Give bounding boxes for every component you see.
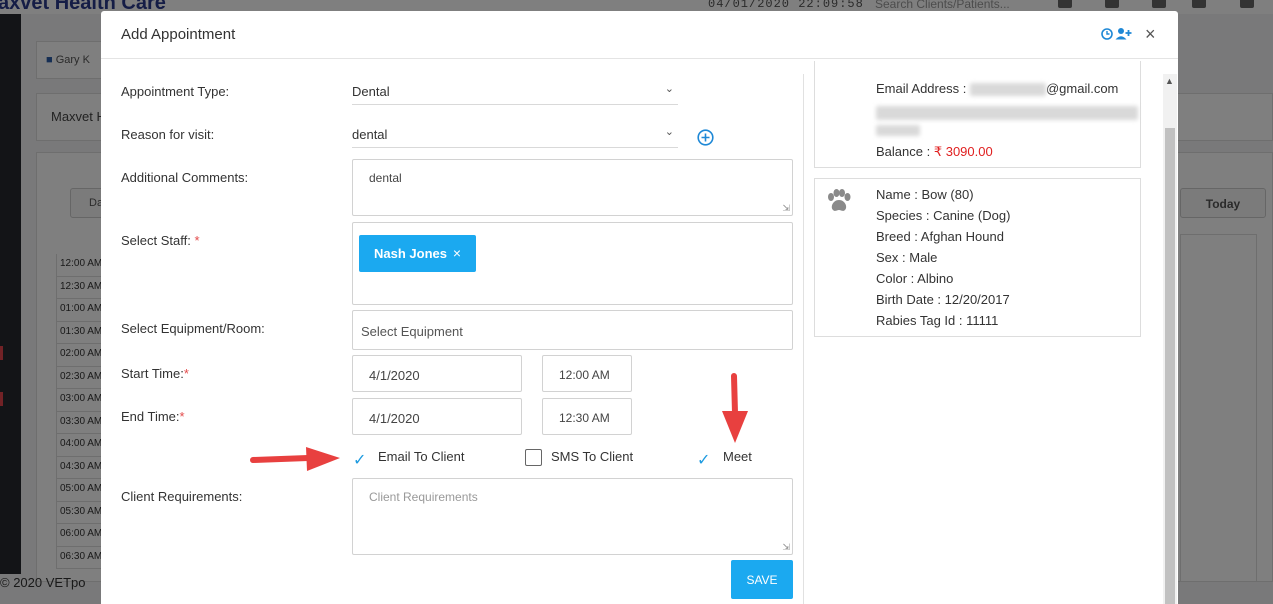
- comments-value: dental: [369, 171, 402, 185]
- column-divider: [803, 74, 804, 604]
- modal-header: Add Appointment ×: [101, 11, 1178, 59]
- patient-rabies-tag: Rabies Tag Id : 11111: [876, 313, 999, 328]
- staff-label: Select Staff: *: [121, 233, 200, 248]
- client-address-redacted-2: [876, 122, 920, 137]
- add-reason-icon[interactable]: [697, 129, 714, 146]
- meet-checkbox[interactable]: ✓: [697, 450, 710, 470]
- patient-species: Species : Canine (Dog): [876, 208, 1011, 223]
- chevron-down-icon: ⌄: [664, 83, 674, 95]
- end-time-label: End Time:*: [121, 409, 185, 424]
- appointment-type-value: Dental: [352, 84, 390, 99]
- chevron-down-icon: ⌄: [664, 126, 674, 138]
- requirements-textarea[interactable]: Client Requirements ⇲: [352, 478, 793, 555]
- appointment-type-label: Appointment Type:: [121, 84, 230, 99]
- comments-label: Additional Comments:: [121, 170, 249, 185]
- add-user-icon[interactable]: [1115, 27, 1132, 40]
- modal-title: Add Appointment: [121, 26, 236, 43]
- close-button[interactable]: ×: [1145, 24, 1156, 45]
- resize-handle-icon[interactable]: ⇲: [782, 203, 790, 214]
- start-time-input[interactable]: 12:00 AM: [542, 355, 632, 392]
- scroll-up-icon[interactable]: ▲: [1165, 76, 1174, 86]
- start-time-label: Start Time:*: [121, 366, 189, 381]
- annotation-arrow-right: [250, 447, 340, 471]
- sms-option-label: SMS To Client: [551, 449, 634, 464]
- staff-chip-label: Nash Jones: [374, 246, 447, 261]
- patient-name: Name : Bow (80): [876, 187, 974, 202]
- client-email: Email Address : @gmail.com: [876, 81, 1119, 97]
- end-date-input[interactable]: 4/1/2020: [352, 398, 522, 435]
- patient-birth-date: Birth Date : 12/20/2017: [876, 292, 1010, 307]
- start-date-value: 4/1/2020: [369, 368, 420, 383]
- end-time-value: 12:30 AM: [559, 411, 610, 425]
- balance-value: ₹ 3090.00: [933, 144, 993, 159]
- requirements-placeholder: Client Requirements: [369, 490, 478, 504]
- start-date-input[interactable]: 4/1/2020: [352, 355, 522, 392]
- equipment-label: Select Equipment/Room:: [121, 321, 265, 336]
- client-info-card: Email Address : @gmail.com Balance : ₹ 3…: [814, 61, 1141, 168]
- staff-chip[interactable]: Nash Jones ×: [359, 235, 476, 272]
- appointment-type-select[interactable]: Dental ⌄: [352, 77, 678, 105]
- reason-select[interactable]: dental ⌄: [352, 120, 678, 148]
- annotation-arrow-down: [722, 373, 748, 443]
- patient-info-card: Name : Bow (80) Species : Canine (Dog) B…: [814, 178, 1141, 337]
- right-panel-scrollbar[interactable]: ▲: [1163, 74, 1177, 604]
- email-option-label: Email To Client: [378, 449, 465, 464]
- patient-sex: Sex : Male: [876, 250, 938, 265]
- end-date-value: 4/1/2020: [369, 411, 420, 426]
- scrollbar-thumb[interactable]: [1165, 128, 1175, 604]
- reason-value: dental: [352, 127, 388, 142]
- email-checkbox[interactable]: ✓: [353, 450, 366, 470]
- client-balance: Balance : ₹ 3090.00: [876, 144, 993, 159]
- client-address-redacted: [876, 104, 1138, 120]
- save-button[interactable]: SAVE: [731, 560, 793, 599]
- sms-checkbox[interactable]: [525, 449, 542, 466]
- meet-option-label: Meet: [723, 449, 752, 464]
- redacted-email: [969, 83, 1046, 97]
- reason-label: Reason for visit:: [121, 127, 215, 142]
- remove-chip-icon[interactable]: ×: [453, 245, 461, 261]
- resize-handle-icon[interactable]: ⇲: [782, 542, 790, 553]
- clock-icon[interactable]: [1101, 27, 1113, 40]
- start-time-value: 12:00 AM: [559, 368, 610, 382]
- requirements-label: Client Requirements:: [121, 489, 243, 504]
- paw-icon: [828, 189, 851, 211]
- header-actions: [1101, 27, 1132, 40]
- patient-color: Color : Albino: [876, 271, 954, 286]
- patient-breed: Breed : Afghan Hound: [876, 229, 1004, 244]
- add-appointment-modal: Add Appointment × Appointment Type: Dent…: [101, 11, 1178, 604]
- end-time-input[interactable]: 12:30 AM: [542, 398, 632, 435]
- equipment-placeholder: Select Equipment: [361, 324, 463, 339]
- comments-textarea[interactable]: dental ⇲: [352, 159, 793, 216]
- equipment-select[interactable]: Select Equipment: [352, 310, 793, 350]
